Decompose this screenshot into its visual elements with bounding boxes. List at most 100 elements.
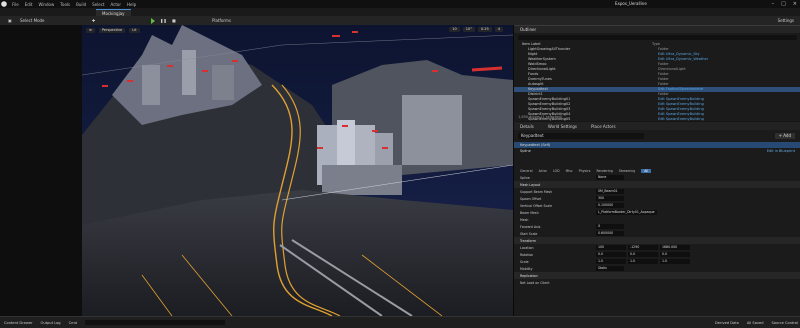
platforms-button[interactable]: Platforms: [212, 18, 231, 23]
property-value-input[interactable]: 0.100000: [596, 203, 624, 208]
property-value-input[interactable]: 300: [596, 196, 624, 201]
tab-world-settings[interactable]: World Settings: [548, 124, 577, 129]
vector-component-input[interactable]: 1680.000: [660, 245, 690, 250]
property-row: Scale 1.0 1.0 1.0: [514, 258, 800, 265]
pause-icon[interactable]: ❚❚: [160, 18, 167, 23]
property-key: Start Scale: [520, 231, 538, 236]
menu-file[interactable]: File: [12, 2, 19, 7]
menu-tools[interactable]: Tools: [60, 2, 70, 7]
scale-snap-value[interactable]: 0.25: [477, 27, 492, 32]
property-key: Mesh: [520, 217, 529, 222]
settings-button[interactable]: Settings: [778, 18, 794, 23]
content-drawer-button[interactable]: Content Drawer: [4, 321, 33, 325]
filter-lod[interactable]: LOD: [553, 169, 560, 173]
tab-details[interactable]: Details: [520, 124, 534, 129]
close-icon[interactable]: ×: [793, 1, 797, 7]
property-key: Beam Mesh: [520, 210, 539, 215]
vector-component-input[interactable]: 1.0: [660, 259, 690, 264]
menu-build[interactable]: Build: [76, 2, 86, 7]
property-row: Spline None: [514, 174, 800, 181]
property-key: Replication: [520, 273, 538, 278]
rotation-snap-value[interactable]: 10°: [462, 27, 475, 32]
vector-component-input[interactable]: 1.0: [628, 259, 658, 264]
details-panel: Details World Settings Place Actors Keyp…: [513, 122, 800, 316]
console-command-input[interactable]: [84, 320, 225, 325]
tab-place-actors[interactable]: Place Actors: [591, 124, 616, 129]
property-row: Beam Mesh L_PlatformBorder_Dirty01_Aopaqu…: [514, 209, 800, 216]
property-value-input[interactable]: X: [596, 224, 624, 229]
perspective-button[interactable]: Perspective: [98, 27, 126, 33]
property-list: Spline None Mesh Layout Support Beam Mesh SM…: [514, 174, 800, 286]
outliner-panel: Outliner Item Label Type LightGrowingAllTh…: [513, 25, 800, 126]
level-viewport[interactable]: [82, 25, 513, 316]
vector-component-input[interactable]: 1.0: [596, 259, 626, 264]
property-key: Transform: [520, 238, 536, 243]
camera-speed-value[interactable]: 4: [494, 27, 503, 32]
title-bar: File Edit Window Tools Build Select Acto…: [0, 0, 800, 8]
cmd-label[interactable]: Cmd: [69, 321, 77, 325]
play-icon[interactable]: [151, 18, 155, 24]
status-bar: Content Drawer Output Log Cmd Derived Da…: [0, 316, 800, 328]
outliner-search-input[interactable]: [518, 35, 797, 40]
property-row: Rotation 0.0 0.0 0.0: [514, 251, 800, 258]
property-row: Spawn Offset 300: [514, 195, 800, 202]
filter-general[interactable]: General: [520, 169, 533, 173]
save-icon[interactable]: ▣: [8, 18, 12, 23]
menu-actor[interactable]: Actor: [110, 2, 121, 7]
property-value-input[interactable]: Static: [596, 266, 624, 271]
filter-actor[interactable]: Actor: [539, 169, 547, 173]
unreal-logo-icon[interactable]: [1, 1, 7, 7]
filter-rendering[interactable]: Rendering: [596, 169, 612, 173]
filter-misc[interactable]: Misc: [566, 169, 573, 173]
actor-name-row: Keypadtext + Add: [518, 132, 797, 140]
filter-streaming[interactable]: Streaming: [619, 169, 635, 173]
property-section[interactable]: Mesh Layout: [514, 181, 800, 188]
property-key: Forward Axis: [520, 224, 541, 229]
source-control-button[interactable]: Source Control: [772, 321, 798, 325]
all-saved-indicator[interactable]: All Saved: [747, 321, 764, 325]
vector-component-input[interactable]: 100: [596, 245, 626, 250]
window-controls: – □ ×: [772, 1, 797, 7]
menu-select[interactable]: Select: [92, 2, 104, 7]
vector-component-input[interactable]: 0.0: [660, 252, 690, 257]
maximize-icon[interactable]: □: [781, 1, 786, 7]
viewport-menu-icon[interactable]: ≡: [86, 27, 95, 33]
property-value-input[interactable]: L_PlatformBorder_Dirty01_Aopaque: [596, 210, 657, 215]
component-label: Keypadtext (Self): [520, 143, 551, 147]
property-row: Support Beam Mesh SM_Beam01: [514, 188, 800, 195]
derived-data-button[interactable]: Derived Data: [715, 321, 739, 325]
vector-component-input[interactable]: 0.0: [628, 252, 658, 257]
outliner-tab[interactable]: Outliner: [514, 25, 800, 33]
vector-component-input[interactable]: 0.0: [596, 252, 626, 257]
add-content-icon[interactable]: ✚: [92, 18, 95, 23]
property-row: Start Scale 0.600000: [514, 230, 800, 237]
stop-icon[interactable]: ■: [172, 18, 176, 23]
property-row: Net Load on Client: [514, 279, 800, 286]
lit-button[interactable]: Lit: [129, 27, 140, 33]
grid-snap-value[interactable]: 10: [449, 27, 460, 32]
vector-component-input[interactable]: -1290: [628, 245, 658, 250]
add-component-button[interactable]: + Add: [774, 133, 795, 139]
left-dock: [0, 25, 82, 316]
property-key: Location: [520, 245, 534, 250]
minimize-icon[interactable]: –: [772, 1, 775, 7]
property-value-input[interactable]: 0.600000: [596, 231, 624, 236]
menu-edit[interactable]: Edit: [25, 2, 33, 7]
select-mode-button[interactable]: Select Mode: [20, 18, 45, 23]
vector-field: 0.0 0.0 0.0: [596, 252, 690, 257]
property-section[interactable]: Replication: [514, 272, 800, 279]
menu-window[interactable]: Window: [38, 2, 54, 7]
property-key: Mesh Layout: [520, 182, 541, 187]
menu-help[interactable]: Help: [127, 2, 136, 7]
actor-name-field[interactable]: Keypadtext: [518, 133, 644, 139]
property-section[interactable]: Transform: [514, 237, 800, 244]
property-value-input[interactable]: None: [596, 175, 624, 180]
filter-physics[interactable]: Physics: [579, 169, 591, 173]
edit-in-blueprint-link[interactable]: Edit in Blueprint: [767, 148, 795, 154]
component-spline[interactable]: Spline Edit in Blueprint: [514, 148, 800, 154]
property-value-input[interactable]: SM_Beam01: [596, 189, 624, 194]
filter-all[interactable]: All: [641, 169, 652, 173]
output-log-button[interactable]: Output Log: [41, 321, 61, 325]
component-label: Spline: [520, 149, 531, 153]
window-title: Expos_Ueralline: [615, 1, 647, 6]
